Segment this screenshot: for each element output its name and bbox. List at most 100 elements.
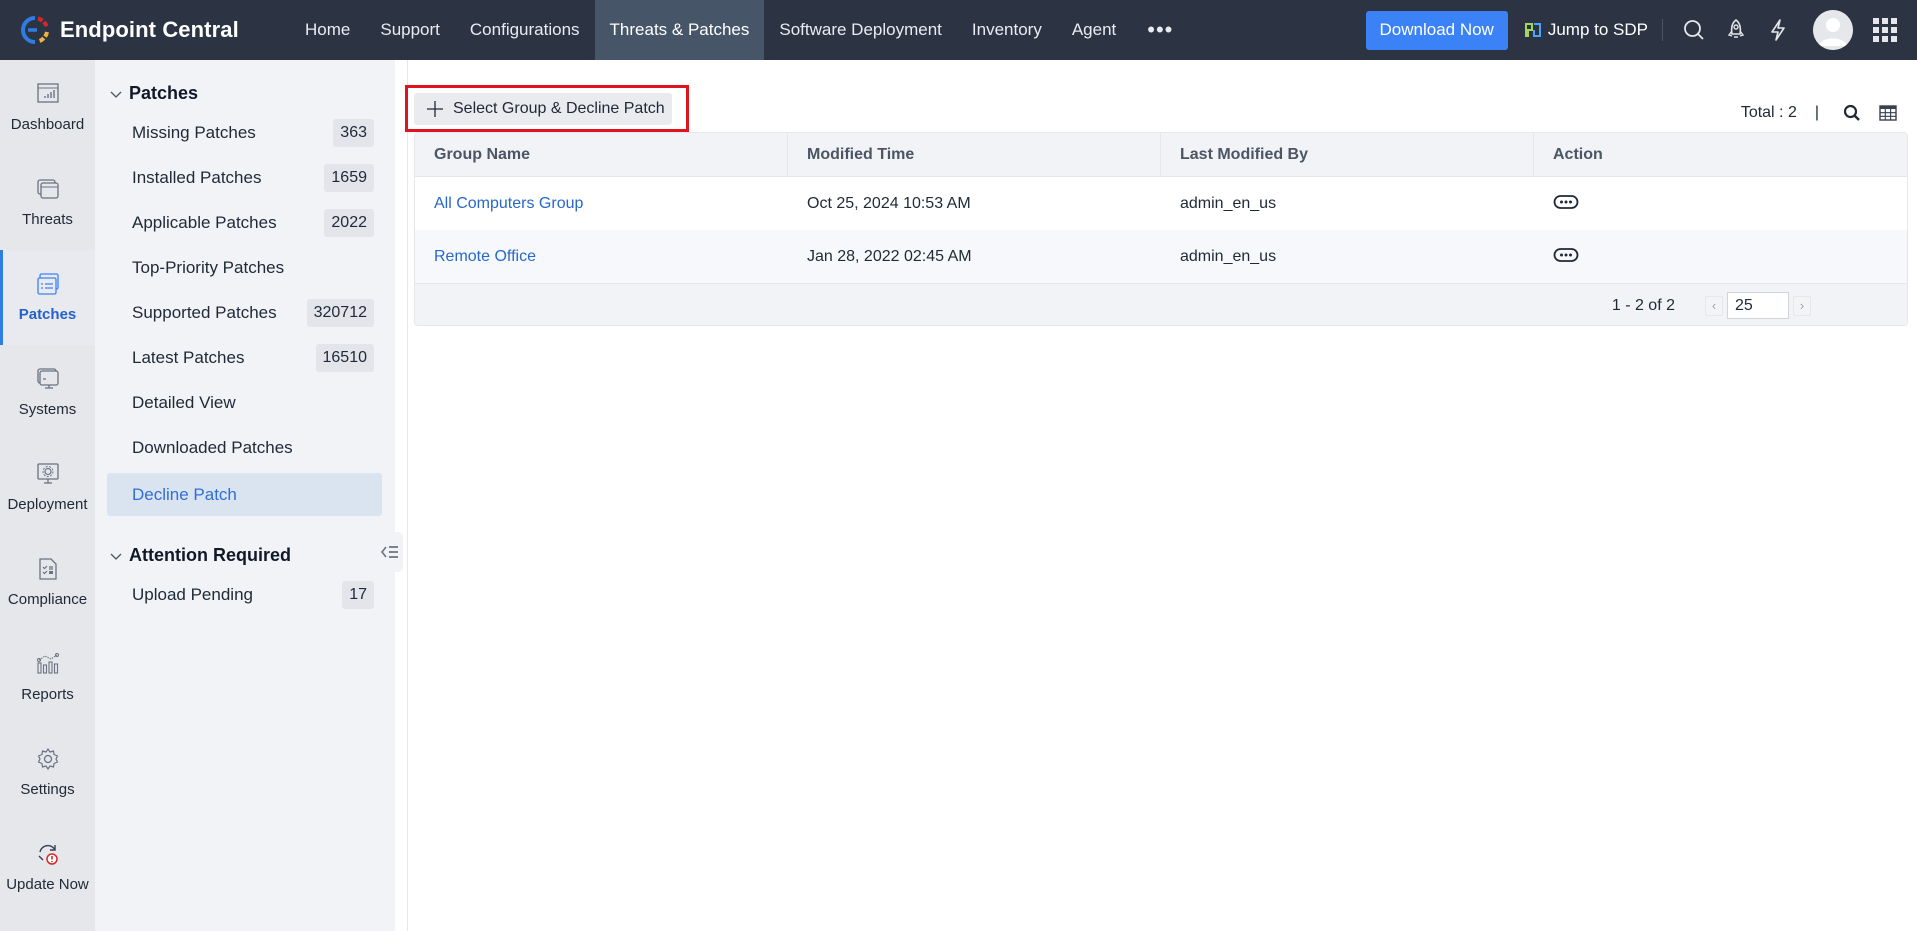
section-header-patches[interactable]: Patches [109, 83, 198, 104]
column-header-last-modified-by[interactable]: Last Modified By [1161, 133, 1534, 176]
divider [1662, 19, 1663, 41]
lightning-icon[interactable] [1765, 17, 1791, 43]
subnav-label: Applicable Patches [132, 212, 277, 232]
top-navigation-bar: Endpoint Central Home Support Configurat… [0, 0, 1917, 60]
subnav-item-top-priority-patches[interactable]: Top-Priority Patches [107, 246, 382, 289]
nav-agent[interactable]: Agent [1057, 0, 1131, 60]
subnav-item-detailed-view[interactable]: Detailed View [107, 381, 382, 424]
count-badge: 320712 [306, 298, 374, 327]
subnav-label: Latest Patches [132, 347, 245, 367]
subnav-item-applicable-patches[interactable]: Applicable Patches 2022 [107, 201, 382, 244]
main-nav: Home Support Configurations Threats & Pa… [290, 0, 1189, 60]
action-cell [1534, 177, 1907, 230]
column-chooser-icon[interactable] [1879, 104, 1897, 122]
button-label: Select Group & Decline Patch [453, 100, 665, 117]
rail-item-reports[interactable]: Reports [0, 630, 95, 725]
rail-item-threats[interactable]: Threats [0, 155, 95, 250]
rail-item-dashboard[interactable]: Dashboard [0, 60, 95, 155]
rail-item-deployment[interactable]: Deployment [0, 440, 95, 535]
download-now-button[interactable]: Download Now [1365, 10, 1508, 50]
rail-item-compliance[interactable]: Compliance [0, 535, 95, 630]
patches-icon [36, 273, 59, 295]
plus-icon [427, 101, 443, 117]
subnav-label: Installed Patches [132, 167, 262, 187]
subnav-item-installed-patches[interactable]: Installed Patches 1659 [107, 156, 382, 199]
jump-to-sdp-link[interactable]: Jump to SDP [1524, 20, 1648, 40]
deployment-icon [36, 463, 59, 484]
rail-label: Settings [20, 781, 75, 798]
nav-home[interactable]: Home [290, 0, 365, 60]
search-icon[interactable] [1843, 104, 1861, 122]
chevron-down-icon [110, 91, 122, 98]
subnav-item-upload-pending[interactable]: Upload Pending 17 [107, 573, 382, 616]
divider [407, 60, 408, 931]
nav-support[interactable]: Support [365, 0, 455, 60]
group-name-link[interactable]: Remote Office [415, 230, 788, 283]
rail-item-update-now[interactable]: Update Now [0, 820, 95, 915]
decline-patch-table: Group Name Modified Time Last Modified B… [414, 132, 1908, 326]
nav-threats-patches[interactable]: Threats & Patches [594, 0, 765, 60]
subnav-label: Decline Patch [132, 484, 237, 504]
column-header-modified-time[interactable]: Modified Time [788, 133, 1161, 176]
table-row: All Computers Group Oct 25, 2024 10:53 A… [415, 177, 1907, 230]
count-badge: 363 [333, 118, 374, 147]
total-count: Total : 2 [1740, 104, 1797, 121]
nav-configurations[interactable]: Configurations [455, 0, 595, 60]
select-group-decline-patch-button[interactable]: Select Group & Decline Patch [414, 93, 672, 125]
secondary-sidebar: Patches Missing Patches 363 Installed Pa… [95, 60, 395, 931]
rail-label: Compliance [7, 591, 88, 608]
update-now-icon [38, 844, 58, 865]
nav-more-icon[interactable]: ••• [1131, 0, 1189, 60]
subnav-item-decline-patch[interactable]: Decline Patch [107, 473, 382, 516]
brand[interactable]: Endpoint Central [0, 0, 290, 60]
previous-page-button[interactable]: ‹ [1705, 295, 1723, 316]
settings-icon [37, 748, 58, 770]
rail-item-settings[interactable]: Settings [0, 725, 95, 820]
dashboard-icon [36, 83, 59, 103]
count-badge: 17 [342, 580, 374, 609]
table-row: Remote Office Jan 28, 2022 02:45 AM admi… [415, 230, 1907, 283]
more-actions-icon[interactable] [1553, 194, 1579, 210]
column-header-group-name[interactable]: Group Name [415, 133, 788, 176]
systems-icon [36, 368, 59, 389]
rail-item-patches[interactable]: Patches [0, 250, 95, 345]
section-title: Patches [129, 83, 199, 103]
page-size-input[interactable] [1727, 292, 1789, 319]
collapse-sidebar-icon [380, 546, 398, 558]
group-name-link[interactable]: All Computers Group [415, 177, 788, 230]
count-badge: 16510 [315, 343, 374, 372]
rail-label: Threats [22, 211, 73, 228]
subnav-item-missing-patches[interactable]: Missing Patches 363 [107, 111, 382, 154]
divider: | [1814, 104, 1819, 121]
pagination: 1 - 2 of 2 ‹ › [1612, 292, 1811, 319]
next-page-button[interactable]: › [1793, 295, 1811, 316]
rail-label: Reports [21, 686, 74, 703]
avatar[interactable] [1813, 10, 1853, 50]
rail-item-systems[interactable]: Systems [0, 345, 95, 440]
rocket-icon[interactable] [1723, 17, 1749, 43]
subnav-item-downloaded-patches[interactable]: Downloaded Patches [107, 426, 382, 469]
jump-to-sdp-label: Jump to SDP [1547, 20, 1648, 39]
count-badge: 1659 [324, 163, 374, 192]
collapse-sidebar-button[interactable] [377, 532, 403, 572]
action-cell [1534, 230, 1907, 283]
search-icon[interactable] [1681, 17, 1707, 43]
more-actions-icon[interactable] [1553, 247, 1579, 263]
endpoint-central-logo-icon [21, 16, 49, 44]
subnav-label: Supported Patches [132, 302, 277, 322]
section-header-attention-required[interactable]: Attention Required [109, 545, 291, 566]
nav-inventory[interactable]: Inventory [957, 0, 1057, 60]
nav-software-deployment[interactable]: Software Deployment [764, 0, 957, 60]
reports-icon [36, 653, 59, 674]
section-title: Attention Required [129, 545, 291, 565]
subnav-item-supported-patches[interactable]: Supported Patches 320712 [107, 291, 382, 334]
rail-label: Update Now [6, 876, 89, 893]
compliance-icon [38, 558, 57, 580]
rail-label: Dashboard [10, 116, 85, 133]
last-modified-by-cell: admin_en_us [1180, 247, 1277, 265]
rail-label: Systems [18, 401, 77, 418]
app-name: Endpoint Central [60, 17, 239, 42]
subnav-item-latest-patches[interactable]: Latest Patches 16510 [107, 336, 382, 379]
table-header: Group Name Modified Time Last Modified B… [415, 133, 1907, 177]
apps-grid-icon[interactable] [1873, 18, 1897, 42]
